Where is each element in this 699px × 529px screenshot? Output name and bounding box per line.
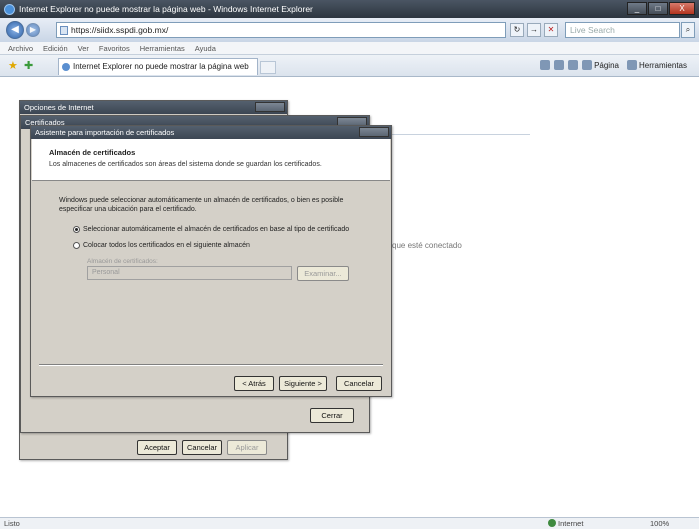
accept-button[interactable]: Aceptar	[137, 440, 177, 455]
new-tab-button[interactable]	[260, 61, 276, 74]
option-auto-radio[interactable]	[73, 226, 80, 233]
status-bar: Listo Internet 100%	[0, 517, 699, 529]
maximize-button[interactable]: □	[648, 2, 668, 15]
menu-herramientas[interactable]: Herramientas	[140, 44, 185, 53]
store-field: Personal	[87, 266, 292, 280]
apply-button[interactable]: Aplicar	[227, 440, 267, 455]
tab-current[interactable]: Internet Explorer no puede mostrar la pá…	[58, 58, 258, 75]
wizard-separator	[39, 364, 383, 366]
menu-ayuda[interactable]: Ayuda	[195, 44, 216, 53]
tools-menu[interactable]: Herramientas	[639, 61, 687, 70]
option-auto-row[interactable]: Seleccionar automáticamente el almacén d…	[73, 226, 349, 233]
page-menu[interactable]: Página	[594, 61, 619, 70]
tab-favicon-icon	[62, 63, 70, 71]
search-icon[interactable]: ⌕	[681, 22, 695, 38]
cancel-wizard-button[interactable]: Cancelar	[336, 376, 382, 391]
browse-button: Examinar...	[297, 266, 349, 281]
cancel-options-button[interactable]: Cancelar	[182, 440, 222, 455]
wizard-description: Windows puede seleccionar automáticament…	[59, 197, 344, 213]
wizard-header: Almacén de certificados Los almacenes de…	[32, 139, 390, 181]
wizard-heading: Almacén de certificados	[49, 148, 136, 157]
wizard-title: Asistente para importación de certificad…	[31, 126, 391, 139]
background-message: que esté conectado	[392, 241, 462, 250]
internet-options-title: Opciones de Internet	[20, 101, 287, 114]
internet-options-close-icon[interactable]	[255, 102, 285, 112]
store-label: Almacén de certificados:	[87, 258, 158, 265]
menu-archivo[interactable]: Archivo	[8, 44, 33, 53]
tab-title: Internet Explorer no puede mostrar la pá…	[73, 62, 249, 71]
navigation-bar: ◀ ▶ https://siidx.sspdi.gob.mx/ ↻ → ✕ Li…	[0, 18, 699, 42]
address-text: https://siidx.sspdi.gob.mx/	[71, 25, 169, 35]
feeds-icon[interactable]	[554, 60, 565, 70]
ie-logo-icon	[4, 3, 15, 15]
option-auto-label: Seleccionar automáticamente el almacén d…	[83, 226, 350, 233]
window-controls: _ □ X	[626, 2, 695, 15]
back-wizard-button[interactable]: < Atrás	[234, 376, 274, 391]
favorites-star-icon[interactable]: ★	[8, 59, 18, 72]
status-text: Listo	[4, 519, 20, 528]
search-input[interactable]: Live Search	[565, 22, 680, 38]
wizard-close-icon[interactable]	[359, 127, 389, 137]
menu-ver[interactable]: Ver	[78, 44, 89, 53]
tools-menu-icon	[626, 60, 637, 70]
next-button[interactable]: Siguiente >	[279, 376, 327, 391]
refresh-button[interactable]: ↻	[510, 23, 524, 37]
zone-label: Internet	[558, 519, 584, 528]
menu-bar: Archivo Edición Ver Favoritos Herramient…	[0, 42, 699, 55]
go-button[interactable]: →	[527, 23, 541, 37]
minimize-button[interactable]: _	[627, 2, 647, 15]
content-divider	[380, 134, 530, 135]
page-icon	[60, 26, 68, 35]
forward-button[interactable]: ▶	[26, 23, 40, 37]
menu-favoritos[interactable]: Favoritos	[99, 44, 130, 53]
globe-icon	[548, 519, 556, 527]
import-wizard-dialog: Asistente para importación de certificad…	[30, 125, 392, 397]
stop-button[interactable]: ✕	[544, 23, 558, 37]
browser-titlebar: Internet Explorer no puede mostrar la pá…	[0, 0, 699, 18]
menu-edicion[interactable]: Edición	[43, 44, 68, 53]
page-menu-icon	[582, 60, 593, 70]
zoom-level[interactable]: 100%	[650, 519, 669, 528]
option-manual-row[interactable]: Colocar todos los certificados en el sig…	[73, 242, 250, 249]
print-icon[interactable]	[568, 60, 579, 70]
back-button[interactable]: ◀	[6, 21, 24, 39]
close-certificates-button[interactable]: Cerrar	[310, 408, 354, 423]
close-window-button[interactable]: X	[669, 2, 695, 15]
security-zone: Internet	[548, 519, 583, 528]
command-bar: Página Herramientas	[538, 60, 693, 70]
address-bar[interactable]: https://siidx.sspdi.gob.mx/	[56, 22, 506, 38]
window-title: Internet Explorer no puede mostrar la pá…	[19, 4, 313, 14]
option-manual-label: Colocar todos los certificados en el sig…	[83, 242, 250, 249]
home-icon[interactable]	[540, 60, 551, 70]
wizard-subheading: Los almacenes de certificados son áreas …	[49, 161, 322, 168]
tab-bar: ★ ✚ Internet Explorer no puede mostrar l…	[0, 55, 699, 77]
option-manual-radio[interactable]	[73, 242, 80, 249]
add-favorite-icon[interactable]: ✚	[24, 59, 33, 72]
